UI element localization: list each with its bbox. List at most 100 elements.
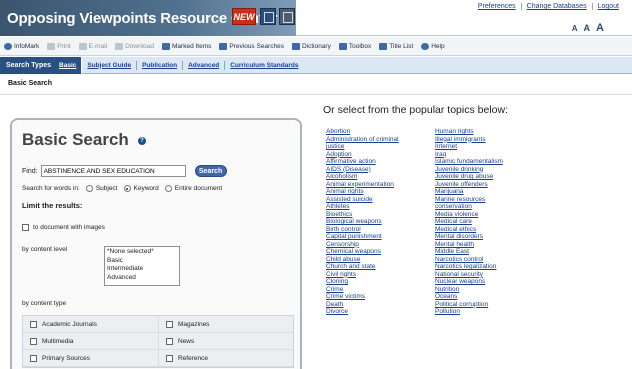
topic-link[interactable]: Nutrition: [435, 286, 545, 294]
title-list-button[interactable]: Title List: [379, 42, 413, 50]
dictionary-button[interactable]: Dictionary: [291, 42, 331, 50]
reference-option[interactable]: Reference: [158, 350, 293, 366]
topic-link[interactable]: Marine resources: [435, 196, 545, 204]
topic-link[interactable]: Censorship: [326, 241, 436, 249]
images-checkbox[interactable]: [22, 224, 29, 231]
topic-link[interactable]: Juvenile offenders: [435, 181, 545, 189]
help-label: Help: [431, 42, 445, 50]
infomark-button[interactable]: InfoMark: [4, 42, 39, 50]
search-button[interactable]: Search: [194, 165, 227, 177]
tab-curriculum-standards[interactable]: Curriculum Standards: [225, 61, 303, 70]
topic-link[interactable]: Animal experimentation: [326, 181, 436, 189]
topic-link[interactable]: Administration of criminal: [326, 136, 436, 144]
toolbox-button[interactable]: Toolbox: [338, 42, 371, 50]
content-level-option[interactable]: Intermediate: [107, 265, 177, 274]
text-size-large[interactable]: A: [596, 22, 604, 34]
topic-link[interactable]: Narcotics legalization: [435, 263, 545, 271]
tab-publication[interactable]: Publication: [137, 60, 184, 70]
multimedia-option[interactable]: Multimedia: [23, 333, 158, 349]
topic-link[interactable]: Adoption: [326, 151, 436, 159]
topic-link[interactable]: Birth control: [326, 226, 436, 234]
primary-sources-checkbox[interactable]: [30, 354, 37, 362]
topic-link[interactable]: Death: [326, 301, 436, 309]
reference-checkbox[interactable]: [166, 354, 173, 362]
subject-radio[interactable]: [85, 185, 93, 192]
topic-link[interactable]: Animal rights: [326, 188, 436, 196]
topic-link[interactable]: Marijuana: [435, 188, 545, 196]
topic-link[interactable]: Bioethics: [326, 211, 436, 219]
topic-link[interactable]: Media violence: [435, 211, 545, 219]
search-input[interactable]: [40, 165, 186, 177]
change-databases-link[interactable]: Change Databases: [522, 3, 593, 10]
magazines-checkbox[interactable]: [166, 320, 173, 328]
content-level-option[interactable]: Basic: [107, 257, 177, 266]
topic-link[interactable]: Chemical weapons: [326, 248, 436, 256]
topic-link[interactable]: Biological weapons: [326, 218, 436, 226]
topic-link[interactable]: Athletes: [326, 203, 436, 211]
news-option[interactable]: News: [158, 333, 293, 349]
tab-subject-guide[interactable]: Subject Guide: [82, 60, 138, 70]
text-size-small[interactable]: A: [572, 24, 578, 33]
topic-link[interactable]: AIDS (Disease): [326, 166, 436, 174]
preferences-link[interactable]: Preferences: [473, 3, 522, 10]
topic-link[interactable]: Divorce: [326, 308, 436, 316]
topic-link[interactable]: Cloning: [326, 278, 436, 286]
topic-link[interactable]: Affirmative action: [326, 158, 436, 166]
popular-topics-heading: Or select from the popular topics below:: [323, 104, 509, 116]
tab-basic[interactable]: Basic: [54, 56, 83, 74]
academic-journals-option[interactable]: Academic Journals: [23, 316, 158, 332]
magazines-option[interactable]: Magazines: [158, 316, 293, 332]
topic-link[interactable]: Internet: [435, 143, 545, 151]
topic-link[interactable]: Capital punishment: [326, 233, 436, 241]
topic-link[interactable]: Juvenile drinking: [435, 166, 545, 174]
topic-link[interactable]: Child abuse: [326, 256, 436, 264]
content-level-select[interactable]: *None selected* Basic Intermediate Advan…: [104, 246, 180, 286]
download-button[interactable]: Download: [115, 42, 154, 50]
content-level-option[interactable]: *None selected*: [107, 248, 177, 257]
topic-link[interactable]: Medical ethics: [435, 226, 545, 234]
news-checkbox[interactable]: [166, 337, 173, 345]
marked-items-button[interactable]: Marked Items: [162, 42, 211, 50]
topic-link[interactable]: Human rights: [435, 128, 545, 136]
help-icon[interactable]: ?: [138, 137, 146, 145]
topic-link[interactable]: Alcoholism: [326, 173, 436, 181]
content-type-row: Primary Sources Reference: [23, 350, 293, 367]
topic-link[interactable]: Illegal immigrants: [435, 136, 545, 144]
topic-link[interactable]: Middle East: [435, 248, 545, 256]
topic-link[interactable]: Political corruption: [435, 301, 545, 309]
topic-link[interactable]: Juvenile drug abuse: [435, 173, 545, 181]
topic-link[interactable]: justice: [326, 143, 436, 151]
multimedia-checkbox[interactable]: [30, 337, 37, 345]
topic-link[interactable]: Crime victims: [326, 293, 436, 301]
content-level-option[interactable]: Advanced: [107, 274, 177, 283]
primary-sources-option[interactable]: Primary Sources: [23, 350, 158, 366]
academic-journals-checkbox[interactable]: [30, 320, 37, 328]
topic-link[interactable]: Nuclear weapons: [435, 278, 545, 286]
topic-link[interactable]: Pollution: [435, 308, 545, 316]
topic-link[interactable]: Crime: [326, 286, 436, 294]
document-icon[interactable]: [279, 8, 295, 25]
topic-link[interactable]: conservation: [435, 203, 545, 211]
print-button[interactable]: Print: [47, 42, 71, 50]
topic-link[interactable]: Iraq: [435, 151, 545, 159]
topic-link[interactable]: Oceans: [435, 293, 545, 301]
entire-document-radio[interactable]: [164, 185, 172, 192]
topic-link[interactable]: Islamic fundamentalism: [435, 158, 545, 166]
keyword-radio[interactable]: [123, 185, 131, 192]
topic-link[interactable]: National security: [435, 271, 545, 279]
topic-link[interactable]: Mental health: [435, 241, 545, 249]
previous-searches-button[interactable]: Previous Searches: [219, 42, 284, 50]
email-button[interactable]: E-mail: [78, 42, 107, 50]
tab-advanced[interactable]: Advanced: [183, 60, 226, 70]
topic-link[interactable]: Church and state: [326, 263, 436, 271]
topic-link[interactable]: Abortion: [326, 128, 436, 136]
topic-link[interactable]: Medical care: [435, 218, 545, 226]
library-icon[interactable]: [260, 8, 276, 25]
topic-link[interactable]: Assisted suicide: [326, 196, 436, 204]
topic-link[interactable]: Civil rights: [326, 271, 436, 279]
text-size-medium[interactable]: A: [584, 23, 591, 33]
help-button[interactable]: Help: [421, 42, 445, 50]
topic-link[interactable]: Mental disorders: [435, 233, 545, 241]
logout-link[interactable]: Logout: [593, 3, 624, 10]
topic-link[interactable]: Narcotics control: [435, 256, 545, 264]
